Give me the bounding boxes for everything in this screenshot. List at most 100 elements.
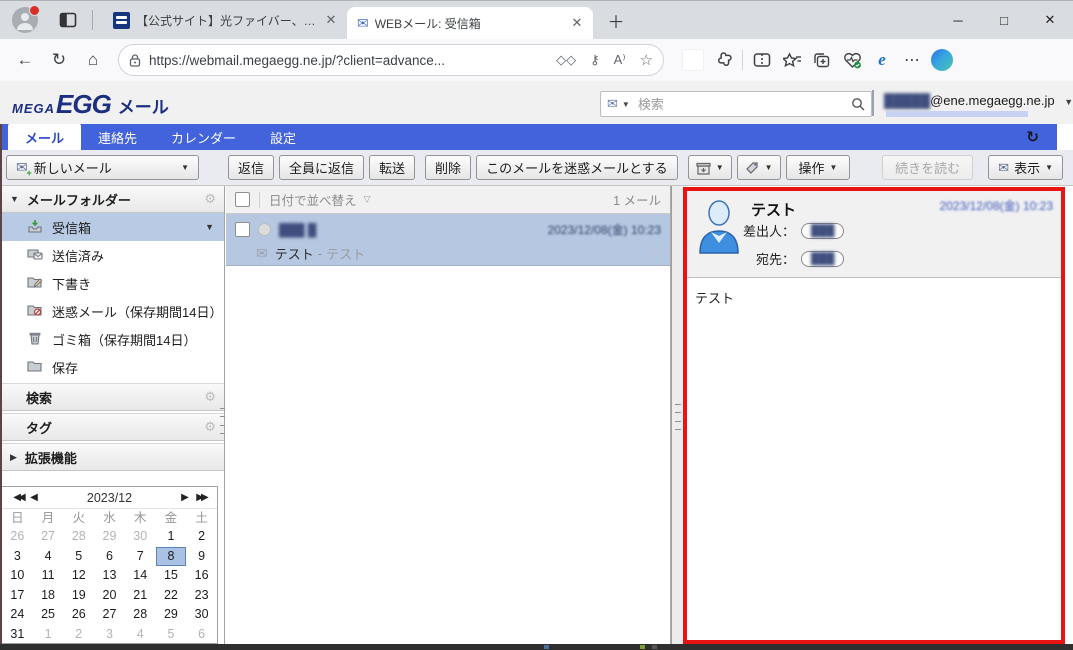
mail-search-box[interactable]: ✉ ▼ bbox=[600, 91, 872, 117]
archive-caret-icon[interactable]: ▼ bbox=[716, 163, 724, 172]
calendar-day[interactable]: 26 bbox=[2, 527, 33, 547]
address-bar[interactable]: https://webmail.megaegg.ne.jp/?client=ad… bbox=[118, 44, 664, 76]
browser-tab-megaegg[interactable]: 【公式サイト】光ファイバー、インターネッ ✕ bbox=[103, 1, 347, 39]
extensions-section-header[interactable]: ▶ 拡張機能 bbox=[2, 444, 224, 471]
nav-tab-mail[interactable]: メール bbox=[8, 124, 81, 150]
close-tab-icon[interactable]: ✕ bbox=[323, 12, 339, 28]
password-key-icon[interactable]: ⚷ bbox=[590, 52, 600, 68]
calendar-day[interactable]: 13 bbox=[94, 566, 125, 586]
search-input[interactable] bbox=[636, 96, 851, 113]
sidebar-item-archive[interactable]: 保存 bbox=[2, 353, 224, 381]
close-tab-icon[interactable]: ✕ bbox=[569, 15, 585, 31]
refresh-button[interactable]: ↻ bbox=[42, 50, 76, 70]
delete-button[interactable]: 削除 bbox=[425, 155, 471, 180]
mail-list-item[interactable]: ███ █ 2023/12/08(金) 10:23 ✉ テスト - テスト ⚐ bbox=[226, 214, 670, 266]
new-mail-button[interactable]: ✉+ 新しいメール ▼ bbox=[6, 155, 199, 180]
favorites-bar-icon[interactable] bbox=[777, 47, 807, 73]
mail-checkbox[interactable] bbox=[235, 222, 250, 237]
operations-caret-icon[interactable]: ▼ bbox=[830, 163, 838, 172]
nav-tab-settings[interactable]: 設定 bbox=[253, 124, 313, 150]
more-menu-icon[interactable]: ⋯ bbox=[897, 47, 927, 73]
select-all-checkbox[interactable] bbox=[235, 192, 250, 207]
account-caret-icon[interactable]: ▼ bbox=[1064, 97, 1073, 107]
reload-mail-icon[interactable]: ↻ bbox=[1026, 128, 1039, 146]
calendar-day[interactable]: 3 bbox=[2, 547, 33, 567]
calendar-prev-year-icon[interactable]: ◀◀ bbox=[10, 492, 26, 503]
sort-direction-icon[interactable]: ▽ bbox=[364, 194, 371, 205]
calendar-day[interactable]: 3 bbox=[94, 625, 125, 645]
calendar-day[interactable]: 6 bbox=[186, 625, 217, 645]
calendar-day[interactable]: 25 bbox=[33, 605, 64, 625]
calendar-day[interactable]: 7 bbox=[125, 547, 156, 567]
splitter-grip[interactable] bbox=[675, 404, 681, 430]
display-caret-icon[interactable]: ▼ bbox=[1045, 163, 1053, 172]
calendar-day[interactable]: 30 bbox=[186, 605, 217, 625]
extensions-icon[interactable] bbox=[708, 47, 738, 73]
gear-icon[interactable]: ⚙ bbox=[204, 389, 216, 405]
search-scope-envelope-icon[interactable]: ✉ bbox=[607, 96, 618, 112]
mark-spam-button[interactable]: このメールを迷惑メールとする bbox=[476, 155, 678, 180]
new-tab-button[interactable]: ＋ bbox=[603, 8, 629, 33]
sidebar-item-drafts[interactable]: 下書き bbox=[2, 269, 224, 297]
search-icon[interactable] bbox=[851, 97, 865, 111]
url-text[interactable]: https://webmail.megaegg.ne.jp/?client=ad… bbox=[149, 53, 542, 68]
calendar-day[interactable]: 2 bbox=[186, 527, 217, 547]
calendar-day[interactable]: 27 bbox=[33, 527, 64, 547]
tab-actions-icon[interactable] bbox=[58, 10, 78, 30]
to-contact-pill[interactable]: ███ bbox=[801, 251, 844, 267]
calendar-next-month-icon[interactable]: ▶ bbox=[177, 492, 193, 503]
diamonds-icon[interactable]: ◇◇ bbox=[556, 52, 576, 68]
calendar-day[interactable]: 28 bbox=[125, 605, 156, 625]
favorite-star-icon[interactable]: ☆ bbox=[640, 51, 653, 69]
calendar-day[interactable]: 29 bbox=[94, 527, 125, 547]
calendar-day[interactable]: 11 bbox=[33, 566, 64, 586]
calendar-day[interactable]: 4 bbox=[125, 625, 156, 645]
from-contact-pill[interactable]: ███ bbox=[801, 223, 844, 239]
copilot-icon[interactable] bbox=[927, 47, 957, 73]
calendar-day[interactable]: 15 bbox=[156, 566, 187, 586]
search-scope-caret-icon[interactable]: ▼ bbox=[622, 100, 630, 109]
search-section-header[interactable]: 検索 ⚙ bbox=[2, 384, 224, 411]
reply-button[interactable]: 返信 bbox=[228, 155, 274, 180]
calendar-day[interactable]: 21 bbox=[125, 586, 156, 606]
calendar-day[interactable]: 5 bbox=[63, 547, 94, 567]
gear-icon[interactable]: ⚙ bbox=[204, 191, 216, 207]
nav-tab-contacts[interactable]: 連絡先 bbox=[81, 124, 154, 150]
tag-caret-icon[interactable]: ▼ bbox=[765, 163, 773, 172]
sidebar-item-trash[interactable]: ゴミ箱（保存期間14日） bbox=[2, 325, 224, 353]
nav-tab-calendar[interactable]: カレンダー bbox=[154, 124, 253, 150]
tag-dropdown-button[interactable]: ▼ bbox=[737, 155, 781, 180]
calendar-day[interactable]: 16 bbox=[186, 566, 217, 586]
calendar-day[interactable]: 24 bbox=[2, 605, 33, 625]
calendar-day[interactable]: 29 bbox=[156, 605, 187, 625]
profile-avatar[interactable] bbox=[12, 7, 38, 33]
calendar-day[interactable]: 1 bbox=[33, 625, 64, 645]
calendar-day[interactable]: 23 bbox=[186, 586, 217, 606]
calendar-day[interactable]: 17 bbox=[2, 586, 33, 606]
calendar-day[interactable]: 19 bbox=[63, 586, 94, 606]
calendar-day[interactable]: 26 bbox=[63, 605, 94, 625]
hidden-extension-icon[interactable] bbox=[678, 47, 708, 73]
calendar-day[interactable]: 20 bbox=[94, 586, 125, 606]
folder-caret-icon[interactable]: ▼ bbox=[205, 222, 214, 232]
read-more-button[interactable]: 続きを読む bbox=[882, 155, 973, 180]
sidebar-item-inbox[interactable]: 受信箱 ▼ bbox=[2, 213, 224, 241]
archive-dropdown-button[interactable]: ▼ bbox=[688, 155, 732, 180]
calendar-day[interactable]: 22 bbox=[156, 586, 187, 606]
read-status-icon[interactable] bbox=[258, 223, 271, 236]
calendar-day[interactable]: 2 bbox=[63, 625, 94, 645]
expand-triangle-icon[interactable]: ▶ bbox=[10, 452, 17, 463]
calendar-day[interactable]: 10 bbox=[2, 566, 33, 586]
sidebar-item-sent[interactable]: 送信済み bbox=[2, 241, 224, 269]
tags-section-header[interactable]: タグ ⚙ bbox=[2, 414, 224, 441]
calendar-prev-month-icon[interactable]: ◀ bbox=[26, 492, 42, 503]
calendar-day[interactable]: 30 bbox=[125, 527, 156, 547]
operations-button[interactable]: 操作 ▼ bbox=[786, 155, 851, 180]
sidebar-splitter-grip[interactable] bbox=[220, 408, 225, 434]
browser-essentials-icon[interactable] bbox=[837, 47, 867, 73]
pane-splitter[interactable] bbox=[671, 186, 683, 644]
browser-tab-webmail[interactable]: ✉ WEBメール: 受信箱 ✕ bbox=[347, 7, 593, 39]
sort-label[interactable]: 日付で並べ替え bbox=[269, 190, 357, 209]
calendar-day[interactable]: 8 bbox=[156, 547, 187, 567]
maximize-button[interactable]: □ bbox=[981, 1, 1027, 39]
